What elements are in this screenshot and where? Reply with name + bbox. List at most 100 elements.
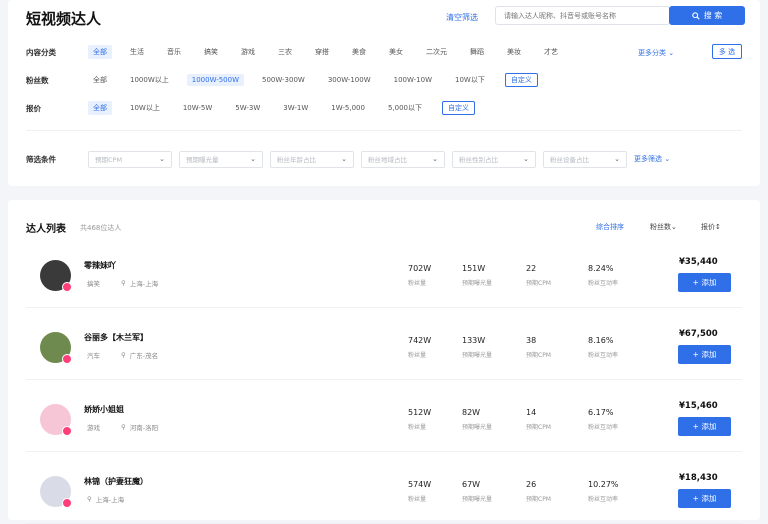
stat-interaction: 8.16% 粉丝互动率 bbox=[588, 336, 618, 359]
influencer-name[interactable]: 林锦（护妻狂魔） bbox=[84, 476, 148, 487]
add-button[interactable]: + 添加 bbox=[678, 345, 731, 364]
fans-option[interactable]: 全部 bbox=[88, 73, 112, 87]
category-option[interactable]: 才艺 bbox=[539, 45, 563, 59]
location-pin-icon: ⚲ bbox=[87, 495, 92, 503]
stat-label: 粉丝互动率 bbox=[588, 280, 619, 287]
fans-option[interactable]: 1000W-500W bbox=[186, 74, 245, 86]
stat-cpm: 26 预期CPM bbox=[526, 480, 551, 503]
stat-cpm: 14 预期CPM bbox=[526, 408, 551, 431]
more-filters-link[interactable]: 更多筛选 ⌄ bbox=[634, 154, 670, 164]
category-option[interactable]: 美女 bbox=[384, 45, 408, 59]
category-option[interactable]: 美妆 bbox=[502, 45, 526, 59]
stat-value: 8.16% bbox=[588, 336, 614, 345]
influencer-location: ⚲ 上海-上海 bbox=[87, 494, 124, 504]
stat-label: 预期曝光量 bbox=[462, 424, 493, 431]
age-select[interactable]: 粉丝年龄占比 ⌄ bbox=[270, 150, 354, 168]
sort-price[interactable]: 报价↕ bbox=[701, 222, 721, 232]
stat-value: 8.24% bbox=[588, 264, 614, 273]
region-select[interactable]: 粉丝地域占比 ⌄ bbox=[361, 150, 445, 168]
fans-option[interactable]: 300W-100W bbox=[323, 74, 376, 86]
category-option[interactable]: 舞蹈 bbox=[465, 45, 489, 59]
add-button[interactable]: + 添加 bbox=[678, 489, 731, 508]
influencer-name[interactable]: 娇娇小姐姐 bbox=[84, 404, 124, 415]
influencer-name[interactable]: 谷丽多【木兰军】 bbox=[84, 332, 148, 343]
category-option[interactable]: 生活 bbox=[125, 45, 149, 59]
device-select[interactable]: 粉丝设备占比 ⌄ bbox=[543, 150, 627, 168]
location-text: 上海-上海 bbox=[129, 280, 159, 288]
fans-option[interactable]: 100W-10W bbox=[389, 74, 437, 86]
influencer-price: ¥67,500 bbox=[679, 329, 718, 339]
sort-comprehensive[interactable]: 综合排序 bbox=[596, 222, 624, 232]
price-option[interactable]: 全部 bbox=[88, 101, 112, 115]
page-title: 短视频达人 bbox=[26, 10, 102, 28]
multi-select-button[interactable]: 多 选 bbox=[712, 44, 742, 59]
stat-value: 702W bbox=[408, 264, 432, 273]
fans-option[interactable]: 10W以下 bbox=[450, 73, 490, 87]
add-button[interactable]: + 添加 bbox=[678, 273, 731, 292]
price-option[interactable]: 10W以上 bbox=[125, 101, 165, 115]
search-input[interactable] bbox=[495, 6, 670, 25]
exposure-select[interactable]: 预期曝光量 ⌄ bbox=[179, 150, 263, 168]
fans-option[interactable]: 500W-300W bbox=[257, 74, 310, 86]
stat-value: 14 bbox=[526, 408, 537, 417]
price-option[interactable]: 5,000以下 bbox=[383, 101, 427, 115]
chevron-down-icon: ⌄ bbox=[432, 155, 438, 163]
influencer-row[interactable]: 零辣妹吖 搞笑 ⚲ 上海-上海 702W 粉丝量 151W 预期曝光量 22 预期CPM 8.24%… bbox=[26, 246, 742, 308]
more-categories-link[interactable]: 更多分类 ⌄ bbox=[638, 48, 674, 58]
stat-cpm: 22 预期CPM bbox=[526, 264, 551, 287]
category-option[interactable]: 游戏 bbox=[236, 45, 260, 59]
stat-value: 574W bbox=[408, 480, 432, 489]
stat-label: 粉丝量 bbox=[408, 496, 427, 503]
influencer-row[interactable]: 娇娇小姐姐 游戏 ⚲ 河南-洛阳 512W 粉丝量 82W 预期曝光量 14 预期CPM 6.17%… bbox=[26, 390, 742, 452]
cpm-select[interactable]: 预期CPM ⌄ bbox=[88, 150, 172, 168]
clear-filters-link[interactable]: 清空筛选 bbox=[446, 12, 478, 23]
influencer-row[interactable]: 谷丽多【木兰军】 汽车 ⚲ 广东-茂名 742W 粉丝量 133W 预期曝光量 38 预期CPM 8… bbox=[26, 318, 742, 380]
influencer-row[interactable]: 林锦（护妻狂魔） ⚲ 上海-上海 574W 粉丝量 67W 预期曝光量 26 预期CPM 10.2… bbox=[26, 462, 742, 524]
category-option[interactable]: 音乐 bbox=[162, 45, 186, 59]
price-custom-button[interactable]: 自定义 bbox=[442, 101, 476, 115]
sort-fans[interactable]: 粉丝数⌄ bbox=[650, 222, 677, 232]
price-option[interactable]: 3W-1W bbox=[278, 102, 313, 114]
gender-select[interactable]: 粉丝性别占比 ⌄ bbox=[452, 150, 536, 168]
device-select-value: 粉丝设备占比 bbox=[550, 156, 589, 164]
stat-exposure: 151W 预期曝光量 bbox=[462, 264, 492, 287]
filter-divider bbox=[26, 130, 742, 131]
stat-value: 10.27% bbox=[588, 480, 619, 489]
sort-arrow-icon: ↕ bbox=[715, 223, 721, 231]
category-option[interactable]: 三农 bbox=[273, 45, 297, 59]
gender-select-value: 粉丝性别占比 bbox=[459, 156, 498, 164]
stat-fans: 702W 粉丝量 bbox=[408, 264, 431, 287]
stat-value: 22 bbox=[526, 264, 537, 273]
category-option[interactable]: 美食 bbox=[347, 45, 371, 59]
stat-fans: 574W 粉丝量 bbox=[408, 480, 431, 503]
price-option[interactable]: 10W-5W bbox=[178, 102, 217, 114]
more-filters-label: 更多筛选 bbox=[634, 155, 662, 163]
influencer-name[interactable]: 零辣妹吖 bbox=[84, 260, 116, 271]
search-button[interactable]: 搜 索 bbox=[669, 6, 745, 25]
price-option[interactable]: 5W-3W bbox=[230, 102, 265, 114]
stat-fans: 742W 粉丝量 bbox=[408, 336, 431, 359]
sort-price-label: 报价 bbox=[701, 223, 715, 231]
fans-option[interactable]: 1000W以上 bbox=[125, 73, 174, 87]
category-option[interactable]: 搞笑 bbox=[199, 45, 223, 59]
stat-value: 26 bbox=[526, 480, 537, 489]
category-option[interactable]: 穿搭 bbox=[310, 45, 334, 59]
chevron-down-icon: ⌄ bbox=[341, 155, 347, 163]
stat-label: 粉丝互动率 bbox=[588, 496, 619, 503]
stat-label: 预期CPM bbox=[526, 352, 551, 359]
search-icon bbox=[691, 11, 700, 20]
add-button[interactable]: + 添加 bbox=[678, 417, 731, 436]
stat-value: 82W bbox=[462, 408, 481, 417]
stat-label: 预期CPM bbox=[526, 496, 551, 503]
influencer-location: ⚲ 上海-上海 bbox=[121, 278, 158, 288]
category-filter-row: 内容分类 全部 生活 音乐 搞笑 游戏 三农 穿搭 美食 美女 二次元 舞蹈 美… bbox=[26, 44, 742, 60]
more-categories-label: 更多分类 bbox=[638, 49, 666, 57]
platform-badge-icon bbox=[62, 354, 72, 364]
chevron-down-icon: ⌄ bbox=[250, 155, 256, 163]
stat-value: 742W bbox=[408, 336, 432, 345]
price-option[interactable]: 1W-5,000 bbox=[326, 102, 370, 114]
category-option[interactable]: 二次元 bbox=[421, 45, 452, 59]
category-option[interactable]: 全部 bbox=[88, 45, 112, 59]
fans-custom-button[interactable]: 自定义 bbox=[504, 73, 538, 87]
influencer-location: ⚲ 广东-茂名 bbox=[121, 350, 158, 360]
